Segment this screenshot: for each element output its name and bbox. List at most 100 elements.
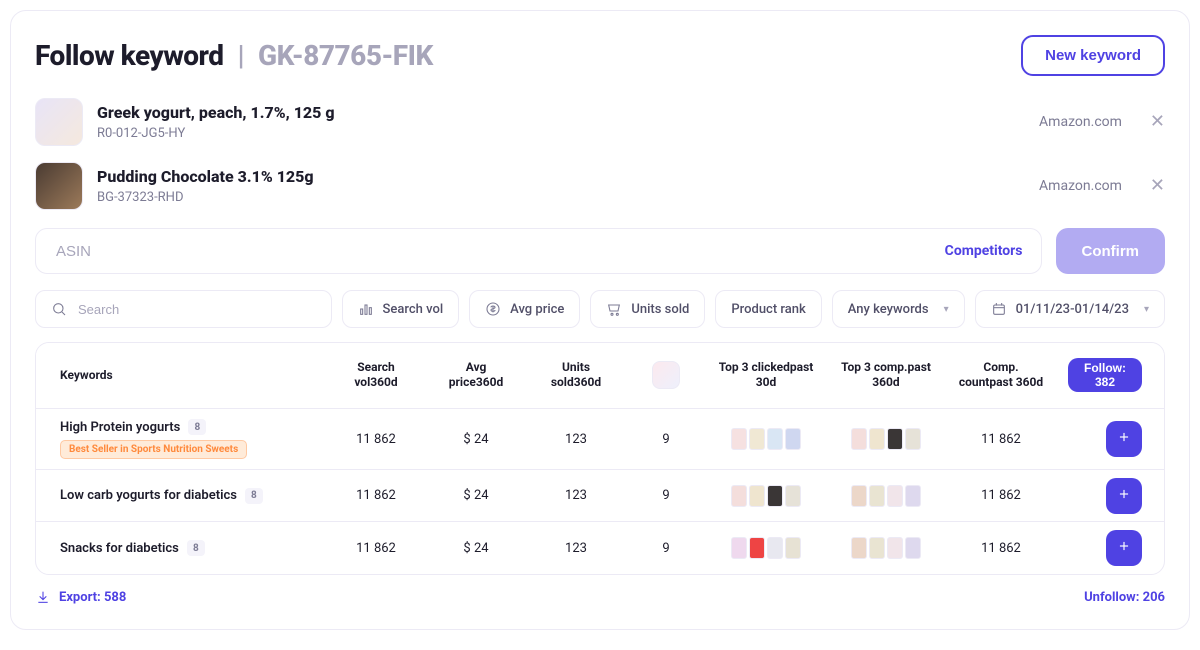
cell-comp-count: 11 862 — [946, 432, 1056, 447]
cell-keyword: Low carb yogurts for diabetics 8 — [36, 488, 326, 504]
filter-any-keywords[interactable]: Any keywords ▾ — [832, 290, 965, 328]
plus-icon — [1117, 430, 1131, 448]
search-input[interactable] — [76, 301, 316, 318]
col-follow: Follow: 382 — [1056, 358, 1165, 392]
filter-units-sold[interactable]: Units sold — [590, 290, 705, 328]
best-seller-badge: Best Seller in Sports Nutrition Sweets — [60, 440, 247, 459]
thumbnail — [731, 485, 747, 507]
thumbnail — [767, 485, 783, 507]
new-keyword-button[interactable]: New keyword — [1021, 35, 1165, 76]
cell-rank: 9 — [626, 541, 706, 556]
filter-label: Avg price — [510, 302, 564, 317]
col-avg-price: Avg price360d — [426, 360, 526, 390]
thumbnail — [749, 428, 765, 450]
product-image — [35, 98, 83, 146]
filter-search-vol[interactable]: Search vol — [342, 290, 460, 328]
remove-product-button[interactable]: ✕ — [1150, 113, 1165, 131]
cell-top3-comp — [826, 428, 946, 450]
product-main: Greek yogurt, peach, 1.7%, 125 g R0-012-… — [97, 103, 1025, 141]
export-label: Export: 588 — [59, 590, 126, 605]
thumbnail — [731, 428, 747, 450]
thumbnail-group — [718, 537, 814, 559]
product-row: Pudding Chocolate 3.1% 125g BG-37323-RHD… — [35, 154, 1165, 218]
confirm-button[interactable]: Confirm — [1056, 228, 1166, 274]
cell-keyword: High Protein yogurts 8 Best Seller in Sp… — [36, 419, 326, 459]
unfollow-button[interactable]: Unfollow: 206 — [1084, 590, 1165, 605]
product-row: Greek yogurt, peach, 1.7%, 125 g R0-012-… — [35, 90, 1165, 154]
keywords-table: Keywords Search vol360d Avg price360d Un… — [35, 342, 1165, 575]
cell-units-sold: 123 — [526, 488, 626, 503]
cell-search-vol: 11 862 — [326, 488, 426, 503]
filter-avg-price[interactable]: Avg price — [469, 290, 580, 328]
col-top3-comp: Top 3 comp.past 360d — [826, 360, 946, 390]
add-keyword-button[interactable] — [1106, 421, 1142, 457]
cell-rank: 9 — [626, 432, 706, 447]
add-keyword-button[interactable] — [1106, 478, 1142, 514]
thumbnail-group — [838, 537, 934, 559]
filter-bar: Search vol Avg price Units sold Product … — [35, 290, 1165, 328]
cell-comp-count: 11 862 — [946, 541, 1056, 556]
asin-input[interactable] — [54, 242, 945, 261]
asin-bar: Competitors Confirm — [35, 228, 1165, 274]
table-row: Snacks for diabetics 8 11 862 $ 24 123 9… — [36, 522, 1164, 574]
search-pill[interactable] — [35, 290, 332, 328]
filter-label: Search vol — [383, 302, 444, 317]
thumbnail — [887, 537, 903, 559]
title-code: GK-87765-FIK — [258, 39, 433, 72]
thumbnail — [869, 428, 885, 450]
cell-top3-clicked — [706, 428, 826, 450]
thumbnail — [785, 485, 801, 507]
table-row: Low carb yogurts for diabetics 8 11 862 … — [36, 470, 1164, 522]
thumbnail — [851, 428, 867, 450]
cell-top3-comp — [826, 537, 946, 559]
title-separator: | — [237, 39, 244, 72]
product-sku: BG-37323-RHD — [97, 190, 1025, 205]
thumbnail — [869, 485, 885, 507]
thumbnail-group — [838, 428, 934, 450]
keyword-text: High Protein yogurts — [60, 420, 180, 435]
product-name: Greek yogurt, peach, 1.7%, 125 g — [97, 103, 1025, 124]
product-image — [35, 162, 83, 210]
filter-date-range[interactable]: 01/11/23-01/14/23 ▾ — [975, 290, 1165, 328]
col-comp-count: Comp. countpast 360d — [946, 360, 1056, 390]
thumbnail — [749, 537, 765, 559]
page-title: Follow keyword | GK-87765-FIK — [35, 39, 433, 72]
cell-action — [1056, 421, 1165, 457]
thumbnail — [731, 537, 747, 559]
add-keyword-button[interactable] — [1106, 530, 1142, 566]
competitors-link[interactable]: Competitors — [945, 243, 1023, 259]
thumbnail-group — [718, 485, 814, 507]
follow-all-button[interactable]: Follow: 382 — [1068, 358, 1142, 392]
filter-label: Product rank — [731, 302, 805, 317]
col-top3-clicked: Top 3 clickedpast 30d — [706, 360, 826, 390]
thumbnail — [887, 428, 903, 450]
product-main: Pudding Chocolate 3.1% 125g BG-37323-RHD — [97, 167, 1025, 205]
product-sku: R0-012-JG5-HY — [97, 126, 1025, 141]
keyword-text: Low carb yogurts for diabetics — [60, 488, 237, 503]
cell-units-sold: 123 — [526, 541, 626, 556]
product-name: Pudding Chocolate 3.1% 125g — [97, 167, 1025, 188]
thumbnail-group — [718, 428, 814, 450]
cell-action — [1056, 530, 1165, 566]
product-thumbnail — [652, 361, 680, 389]
cell-rank: 9 — [626, 488, 706, 503]
cell-avg-price: $ 24 — [426, 541, 526, 556]
product-source: Amazon.com — [1039, 178, 1122, 194]
remove-product-button[interactable]: ✕ — [1150, 177, 1165, 195]
thumbnail — [905, 428, 921, 450]
product-source: Amazon.com — [1039, 114, 1122, 130]
table-row: High Protein yogurts 8 Best Seller in Sp… — [36, 409, 1164, 471]
table-header: Keywords Search vol360d Avg price360d Un… — [36, 343, 1164, 409]
title-text: Follow keyword — [35, 39, 223, 72]
panel-footer: Export: 588 Unfollow: 206 — [35, 589, 1165, 605]
export-button[interactable]: Export: 588 — [35, 589, 126, 605]
filter-label: 01/11/23-01/14/23 — [1016, 302, 1129, 317]
cell-avg-price: $ 24 — [426, 432, 526, 447]
close-icon: ✕ — [1150, 111, 1165, 132]
panel-header: Follow keyword | GK-87765-FIK New keywor… — [35, 35, 1165, 76]
filter-product-rank[interactable]: Product rank — [715, 290, 821, 328]
cell-avg-price: $ 24 — [426, 488, 526, 503]
thumbnail — [767, 537, 783, 559]
col-search-vol: Search vol360d — [326, 360, 426, 390]
cart-icon — [606, 301, 622, 317]
